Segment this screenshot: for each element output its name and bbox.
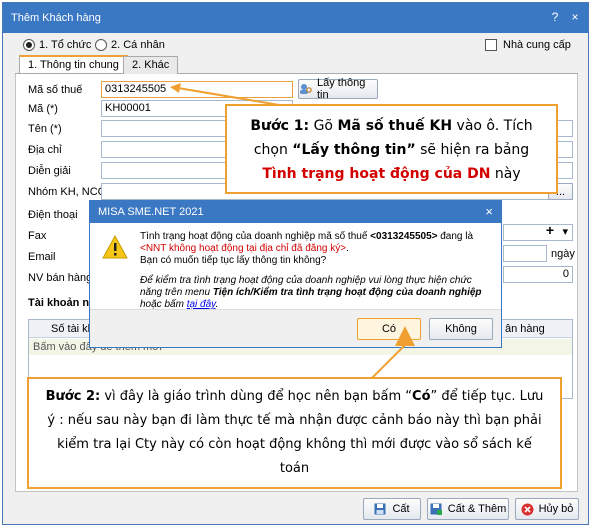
- step2-callout: Bước 2: vì đây là giáo trình dùng để học…: [27, 377, 562, 489]
- callout2-bold: Có: [412, 389, 431, 404]
- arrow-head-2-icon: [395, 326, 415, 346]
- callout2-text1: vì đây là giáo trình dùng để học nên bạn…: [100, 389, 413, 404]
- callout2-step: Bước 2:: [45, 389, 101, 404]
- arrow-line-2: [371, 344, 406, 379]
